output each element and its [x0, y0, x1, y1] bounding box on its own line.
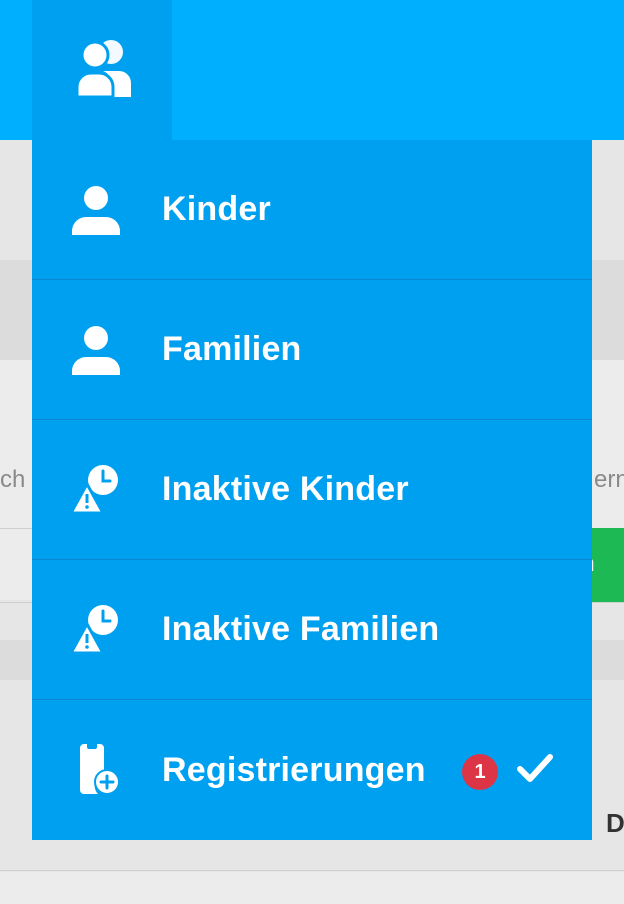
menu-item-kinder[interactable]: Kinder	[32, 140, 592, 280]
menu-item-label: Inaktive Familien	[162, 610, 440, 648]
menu-item-inaktive-familien[interactable]: Inaktive Familien	[32, 560, 592, 700]
filter-text-fragment: ern-	[594, 466, 624, 493]
action-button[interactable]: n	[592, 528, 624, 602]
divider	[0, 870, 624, 871]
checkmark-icon	[516, 752, 554, 789]
user-clock-warning-icon	[70, 604, 122, 656]
column-header-fragment: D	[606, 808, 624, 838]
user-clock-warning-icon	[70, 464, 122, 516]
notification-badge: 1	[462, 754, 498, 790]
menu-item-label: Kinder	[162, 190, 271, 228]
users-dropdown-menu: Kinder Familien Inaktive Kinder Inaktive…	[32, 140, 592, 840]
menu-item-label: Inaktive Kinder	[162, 470, 409, 508]
menu-item-label: Registrierungen	[162, 750, 426, 789]
table-row	[0, 872, 624, 904]
file-plus-icon	[70, 744, 122, 796]
user-icon	[70, 324, 122, 376]
users-icon	[71, 37, 133, 104]
menu-item-inaktive-kinder[interactable]: Inaktive Kinder	[32, 420, 592, 560]
menu-item-label: Familien	[162, 330, 302, 368]
user-icon	[70, 184, 122, 236]
nav-item-users[interactable]	[32, 0, 172, 140]
menu-item-registrierungen[interactable]: Registrierungen 1	[32, 700, 592, 840]
menu-item-familien[interactable]: Familien	[32, 280, 592, 420]
